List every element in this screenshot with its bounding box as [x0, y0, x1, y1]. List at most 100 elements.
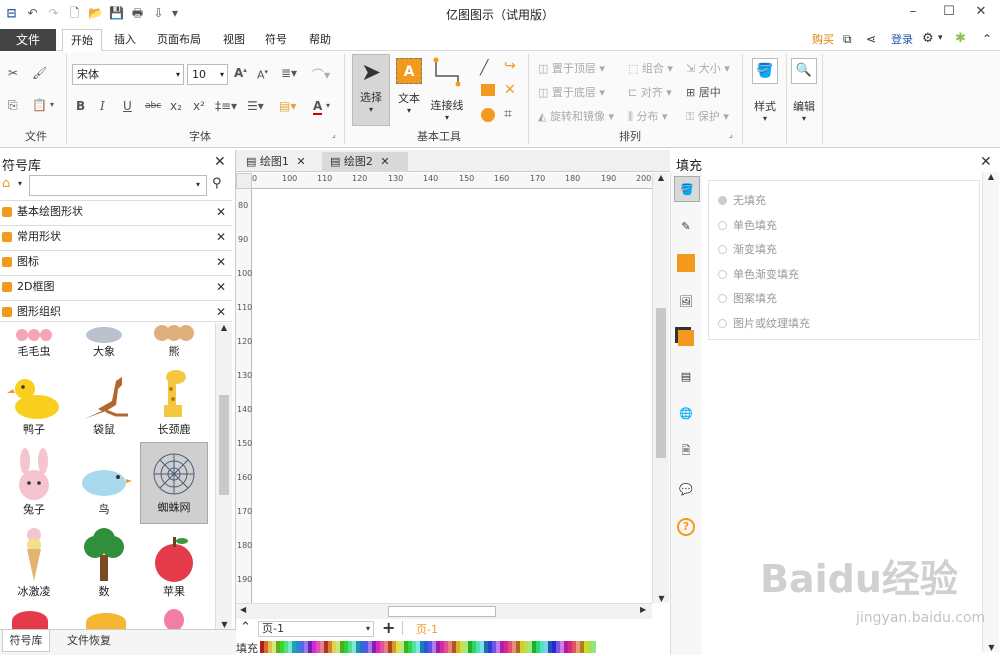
file-menu-tab[interactable]: 文件	[0, 29, 56, 51]
protect-button[interactable]: ⚿ 保护 ▾	[686, 108, 729, 124]
shrink-font-icon[interactable]: A▾	[257, 68, 268, 82]
align-text-icon[interactable]: ≣▾	[281, 66, 297, 80]
superscript-icon[interactable]: x²	[193, 99, 205, 113]
symbol-spider-web[interactable]: 蜘蛛网	[140, 442, 208, 524]
symbol-rabbit[interactable]: 兔子	[0, 445, 68, 525]
distribute-button[interactable]: ⫼ 分布 ▾	[628, 108, 668, 124]
scroll-down-icon[interactable]: ▼	[216, 620, 233, 629]
tab-file-recovery[interactable]: 文件恢复	[60, 630, 118, 652]
underline-icon[interactable]: U	[123, 99, 132, 113]
cross-tool-icon[interactable]: ✕	[504, 82, 516, 98]
copy-icon[interactable]: ⎘	[8, 98, 18, 113]
symbol-bear[interactable]: 熊	[140, 323, 208, 367]
collapse-ribbon-icon[interactable]: ⌃	[982, 32, 992, 46]
buy-link[interactable]: 购买	[806, 29, 840, 51]
scroll-down-icon[interactable]: ▼	[653, 594, 670, 603]
italic-icon[interactable]: I	[100, 99, 105, 113]
close-icon[interactable]: ✕	[216, 251, 226, 273]
align-button[interactable]: ⊏ 对齐 ▾	[628, 84, 672, 100]
doc-tab-drawing2[interactable]: ▤ 绘图2 ✕	[322, 152, 408, 172]
arc-tool-icon[interactable]: ↪	[504, 58, 516, 74]
tab-page-layout[interactable]: 页面布局	[150, 29, 208, 51]
rectangle-tool-icon[interactable]	[481, 84, 495, 96]
font-size-select[interactable]: 10 ▾	[187, 64, 228, 85]
tab-insert[interactable]: 插入	[108, 29, 142, 51]
canvas-horizontal-scrollbar[interactable]: ◀ ▶	[236, 603, 652, 619]
connector-tool-button[interactable]: 连接线 ▾	[428, 56, 466, 124]
paste-icon[interactable]: 📋	[32, 98, 47, 112]
tab-symbol-library[interactable]: 符号库	[2, 630, 50, 652]
line-spacing-icon[interactable]: ‡≡▾	[215, 99, 237, 113]
bullets-icon[interactable]: ☰▾	[247, 99, 264, 113]
close-icon[interactable]: ✕	[216, 226, 226, 248]
symbol-caterpillar[interactable]: 毛毛虫	[0, 323, 68, 367]
page-panel-button[interactable]: ▤	[674, 364, 698, 388]
layer-panel-button[interactable]	[674, 326, 698, 350]
style-button[interactable]: 🪣 样式 ▾	[748, 58, 782, 132]
fill-option-pattern[interactable]: 图案填充	[718, 290, 777, 306]
fill-option-none[interactable]: 无填充	[718, 192, 766, 208]
close-icon[interactable]: ✕	[216, 301, 226, 323]
fill-panel-button[interactable]: 🪣	[674, 176, 700, 202]
doc-tab-drawing1[interactable]: ▤ 绘图1 ✕	[240, 152, 318, 172]
library-item-icons[interactable]: 图标 ✕	[0, 250, 232, 272]
fill-option-gradient[interactable]: 渐变填充	[718, 241, 777, 257]
share-icon[interactable]: ⋖	[866, 32, 876, 46]
library-item-graphic-org[interactable]: 图形组织 ✕	[0, 300, 232, 322]
text-direction-icon[interactable]: ⌒▾	[312, 66, 330, 83]
font-dialog-launcher-icon[interactable]: ⌟	[332, 130, 336, 139]
drawing-canvas[interactable]	[253, 189, 652, 588]
cut-icon[interactable]: ✂	[8, 66, 18, 80]
settings-gear-icon[interactable]: ⚙	[922, 31, 934, 46]
partial-symbol[interactable]	[86, 613, 126, 629]
line-panel-button[interactable]: ✎	[674, 214, 698, 238]
text-tool-button[interactable]: A 文本 ▾	[393, 56, 425, 124]
font-name-select[interactable]: 宋体 ▾	[72, 64, 184, 85]
line-tool-icon[interactable]: ╱	[480, 60, 488, 76]
home-dropdown-icon[interactable]: ▾	[18, 179, 22, 188]
symbol-elephant[interactable]: 大象	[70, 323, 138, 367]
library-search-input[interactable]	[29, 175, 207, 196]
scroll-up-icon[interactable]: ▲	[216, 323, 232, 332]
fill-option-solid[interactable]: 单色填充	[718, 217, 777, 233]
scroll-down-icon[interactable]: ▼	[983, 643, 1000, 652]
symbol-kangaroo[interactable]: 袋鼠	[70, 365, 138, 445]
tab-symbol[interactable]: 符号	[258, 29, 294, 51]
subscript-icon[interactable]: x₂	[170, 99, 182, 113]
ellipse-tool-icon[interactable]	[481, 108, 495, 122]
close-library-icon[interactable]: ✕	[214, 154, 226, 170]
share-screen-icon[interactable]: ⧉	[843, 32, 852, 47]
font-color-dropdown-icon[interactable]: ▾	[326, 101, 330, 110]
fill-option-single-gradient[interactable]: 单色渐变填充	[718, 266, 799, 282]
tab-home[interactable]: 开始	[62, 29, 102, 51]
shadow-panel-button[interactable]	[674, 251, 698, 275]
symbol-tree[interactable]: 数	[70, 527, 138, 607]
attachment-panel-button[interactable]: 🗎	[674, 439, 698, 463]
bring-to-top-button[interactable]: ◫ 置于顶层 ▾	[538, 60, 605, 76]
crop-tool-icon[interactable]: ⌗	[504, 106, 512, 122]
close-fill-panel-icon[interactable]: ✕	[980, 154, 992, 170]
rotate-mirror-button[interactable]: ◭ 旋转和镜像 ▾	[538, 108, 614, 124]
fill-option-picture[interactable]: 图片或纹理填充	[718, 315, 810, 331]
fill-panel-scrollbar[interactable]: ▲ ▼	[982, 172, 999, 652]
size-button[interactable]: ⇲ 大小 ▾	[686, 60, 730, 76]
paste-dropdown-icon[interactable]: ▾	[50, 100, 54, 109]
comment-panel-button[interactable]: 💬	[674, 477, 698, 501]
highlight-color-icon[interactable]: ▤▾	[279, 99, 296, 113]
page-select[interactable]: 页-1 ▾	[258, 621, 374, 637]
strikethrough-icon[interactable]: abc	[145, 101, 161, 111]
library-item-common-shapes[interactable]: 常用形状 ✕	[0, 225, 232, 247]
current-page-tab[interactable]: 页-1	[416, 621, 438, 637]
center-button[interactable]: ⊞ 居中	[686, 84, 721, 100]
partial-symbol[interactable]	[12, 611, 48, 629]
library-item-2d-block[interactable]: 2D框图 ✕	[0, 275, 232, 297]
color-palette[interactable]	[260, 641, 596, 653]
color-swatch[interactable]	[592, 641, 596, 653]
symbol-apple[interactable]: 苹果	[140, 527, 208, 607]
edraw-logo-icon[interactable]: ✱	[955, 31, 966, 46]
library-item-basic-shapes[interactable]: 基本绘图形状 ✕	[0, 200, 232, 222]
help-panel-button[interactable]: ?	[674, 515, 698, 539]
font-color-icon[interactable]: A	[313, 99, 323, 115]
image-panel-button[interactable]: 🖼	[674, 289, 698, 313]
edit-button[interactable]: 🔍 编辑 ▾	[788, 58, 820, 132]
